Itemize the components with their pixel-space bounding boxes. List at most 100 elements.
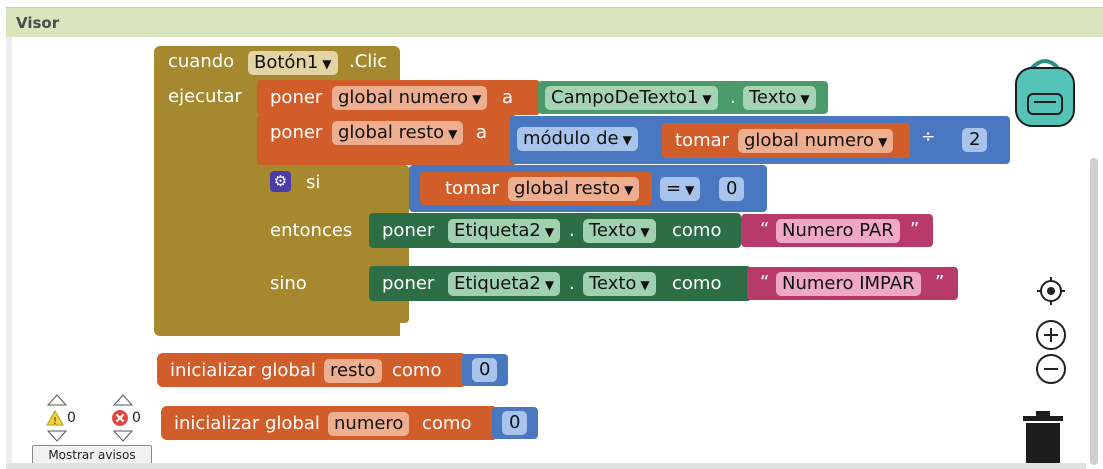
vertical-scrollbar[interactable] [1090,158,1098,465]
chevron-down-icon: ▼ [624,183,634,197]
else-component-label: Etiqueta2 [454,273,541,294]
chevron-down-icon: ▼ [640,278,650,292]
textbox-prop-dropdown[interactable]: Texto ▼ [743,86,816,110]
warning-count: 0 [67,410,76,426]
warnings-up-arrow-icon[interactable] [47,394,67,406]
init1-number-field[interactable]: 0 [472,358,498,382]
event-cuando-label: cuando [168,51,235,72]
compare-value: 0 [726,178,738,199]
if-entonces-label: entonces [270,220,353,241]
chevron-down-icon: ▼ [878,135,888,149]
show-warnings-label: Mostrar avisos [48,448,136,462]
textbox-component-label: CampoDeTexto1 [551,87,699,108]
textbox-component-dropdown[interactable]: CampoDeTexto1 ▼ [545,86,718,110]
if-sino-label: sino [270,273,307,294]
modulo-op-dropdown[interactable]: módulo de ▼ [517,127,638,151]
warning-icon: ! [46,410,64,426]
chevron-down-icon: ▼ [544,225,555,239]
set1-a-label: a [502,87,514,108]
error-count: 0 [132,410,141,426]
init2-number-field[interactable]: 0 [502,411,528,435]
event-ejecutar-label: ejecutar [168,86,242,107]
else-prop-dropdown[interactable]: Texto ▼ [583,272,656,296]
warnings-down-arrow-icon[interactable] [47,430,67,442]
event-component-dropdown[interactable]: Botón1 ▼ [248,51,338,75]
chevron-down-icon: ▼ [622,133,632,147]
set2-a-label: a [476,122,488,143]
get-resto-tomar-label: tomar [445,178,500,199]
chevron-down-icon: ▼ [472,92,482,106]
chevron-down-icon: ▼ [640,225,650,239]
init2-name-value: numero [334,413,404,434]
else-dot: . [569,273,575,294]
backpack-icon[interactable] [1010,56,1080,128]
set1-var-label: global numero [338,87,469,108]
then-prop-dropdown[interactable]: Texto ▼ [583,219,656,243]
compare-op-label: = [666,178,682,199]
chevron-down-icon: ▼ [800,92,810,106]
text-impar-field[interactable]: Numero IMPAR [776,272,921,296]
if-else-bottom-bar [257,305,400,323]
get-numero-var-dropdown[interactable]: global numero ▼ [738,129,894,153]
then-como-label: como [672,220,722,241]
error-icon [112,410,128,426]
init2-name-field[interactable]: numero [328,412,410,436]
trash-icon[interactable] [1020,410,1066,468]
chevron-down-icon: ▼ [544,278,555,292]
init2-number-value: 0 [509,412,521,433]
text-impar-open-quote: “ [760,272,770,293]
text-par-field[interactable]: Numero PAR [776,219,900,243]
then-component-label: Etiqueta2 [454,220,541,241]
recenter-icon[interactable] [1036,276,1066,306]
get-resto-var-dropdown[interactable]: global resto ▼ [508,177,640,201]
zoom-in-icon[interactable] [1035,319,1067,351]
compare-value-field[interactable]: 0 [719,177,745,201]
if-si-label: si [306,172,321,193]
modulo-divisor-field[interactable]: 2 [962,128,988,152]
init2-label: inicializar global [174,413,320,434]
text-impar-close-quote: ” [935,272,945,293]
workspace-left-gutter [6,37,12,469]
set2-var-label: global resto [338,122,445,143]
init1-name-value: resto [330,360,376,381]
textbox-dot: . [730,87,736,108]
textbox-prop-label: Texto [749,87,797,108]
modulo-divisor-value: 2 [969,129,981,150]
else-prop-label: Texto [589,273,637,294]
text-impar-value: Numero IMPAR [782,273,915,294]
text-par-value: Numero PAR [782,220,894,241]
init2-como-label: como [422,413,472,434]
then-dot: . [569,220,575,241]
init1-como-label: como [392,360,442,381]
chevron-down-icon: ▼ [448,127,458,141]
then-component-dropdown[interactable]: Etiqueta2 ▼ [448,219,561,243]
modulo-op-label: módulo de [523,128,619,149]
viewer-header: Visor [0,0,1103,37]
viewer-title: Visor [16,14,60,32]
set2-poner-label: poner [270,122,323,143]
get-resto-var-label: global resto [514,178,621,199]
set1-poner-label: poner [270,87,323,108]
get-numero-tomar-label: tomar [675,130,730,151]
horizontal-scrollbar[interactable] [6,463,1086,469]
chevron-down-icon: ▼ [685,183,695,197]
init1-name-field[interactable]: resto [324,359,382,383]
errors-down-arrow-icon[interactable] [113,430,133,442]
svg-text:!: ! [53,416,57,426]
set2-var-dropdown[interactable]: global resto ▼ [332,121,464,145]
else-poner-label: poner [382,273,435,294]
compare-op-dropdown[interactable]: = ▼ [660,177,701,201]
errors-up-arrow-icon[interactable] [113,394,133,406]
modulo-div-sign: ÷ [921,127,936,147]
set1-var-dropdown[interactable]: global numero ▼ [332,86,488,110]
text-par-open-quote: “ [760,219,770,240]
gear-icon[interactable]: ⚙ [270,171,291,192]
event-component-label: Botón1 [254,52,319,73]
text-par-close-quote: ” [910,219,920,240]
zoom-out-icon[interactable] [1035,353,1067,385]
else-component-dropdown[interactable]: Etiqueta2 ▼ [448,272,561,296]
then-poner-label: poner [382,220,435,241]
viewer-header-bar: Visor [6,7,1103,37]
init1-number-value: 0 [479,359,491,380]
else-como-label: como [672,273,722,294]
